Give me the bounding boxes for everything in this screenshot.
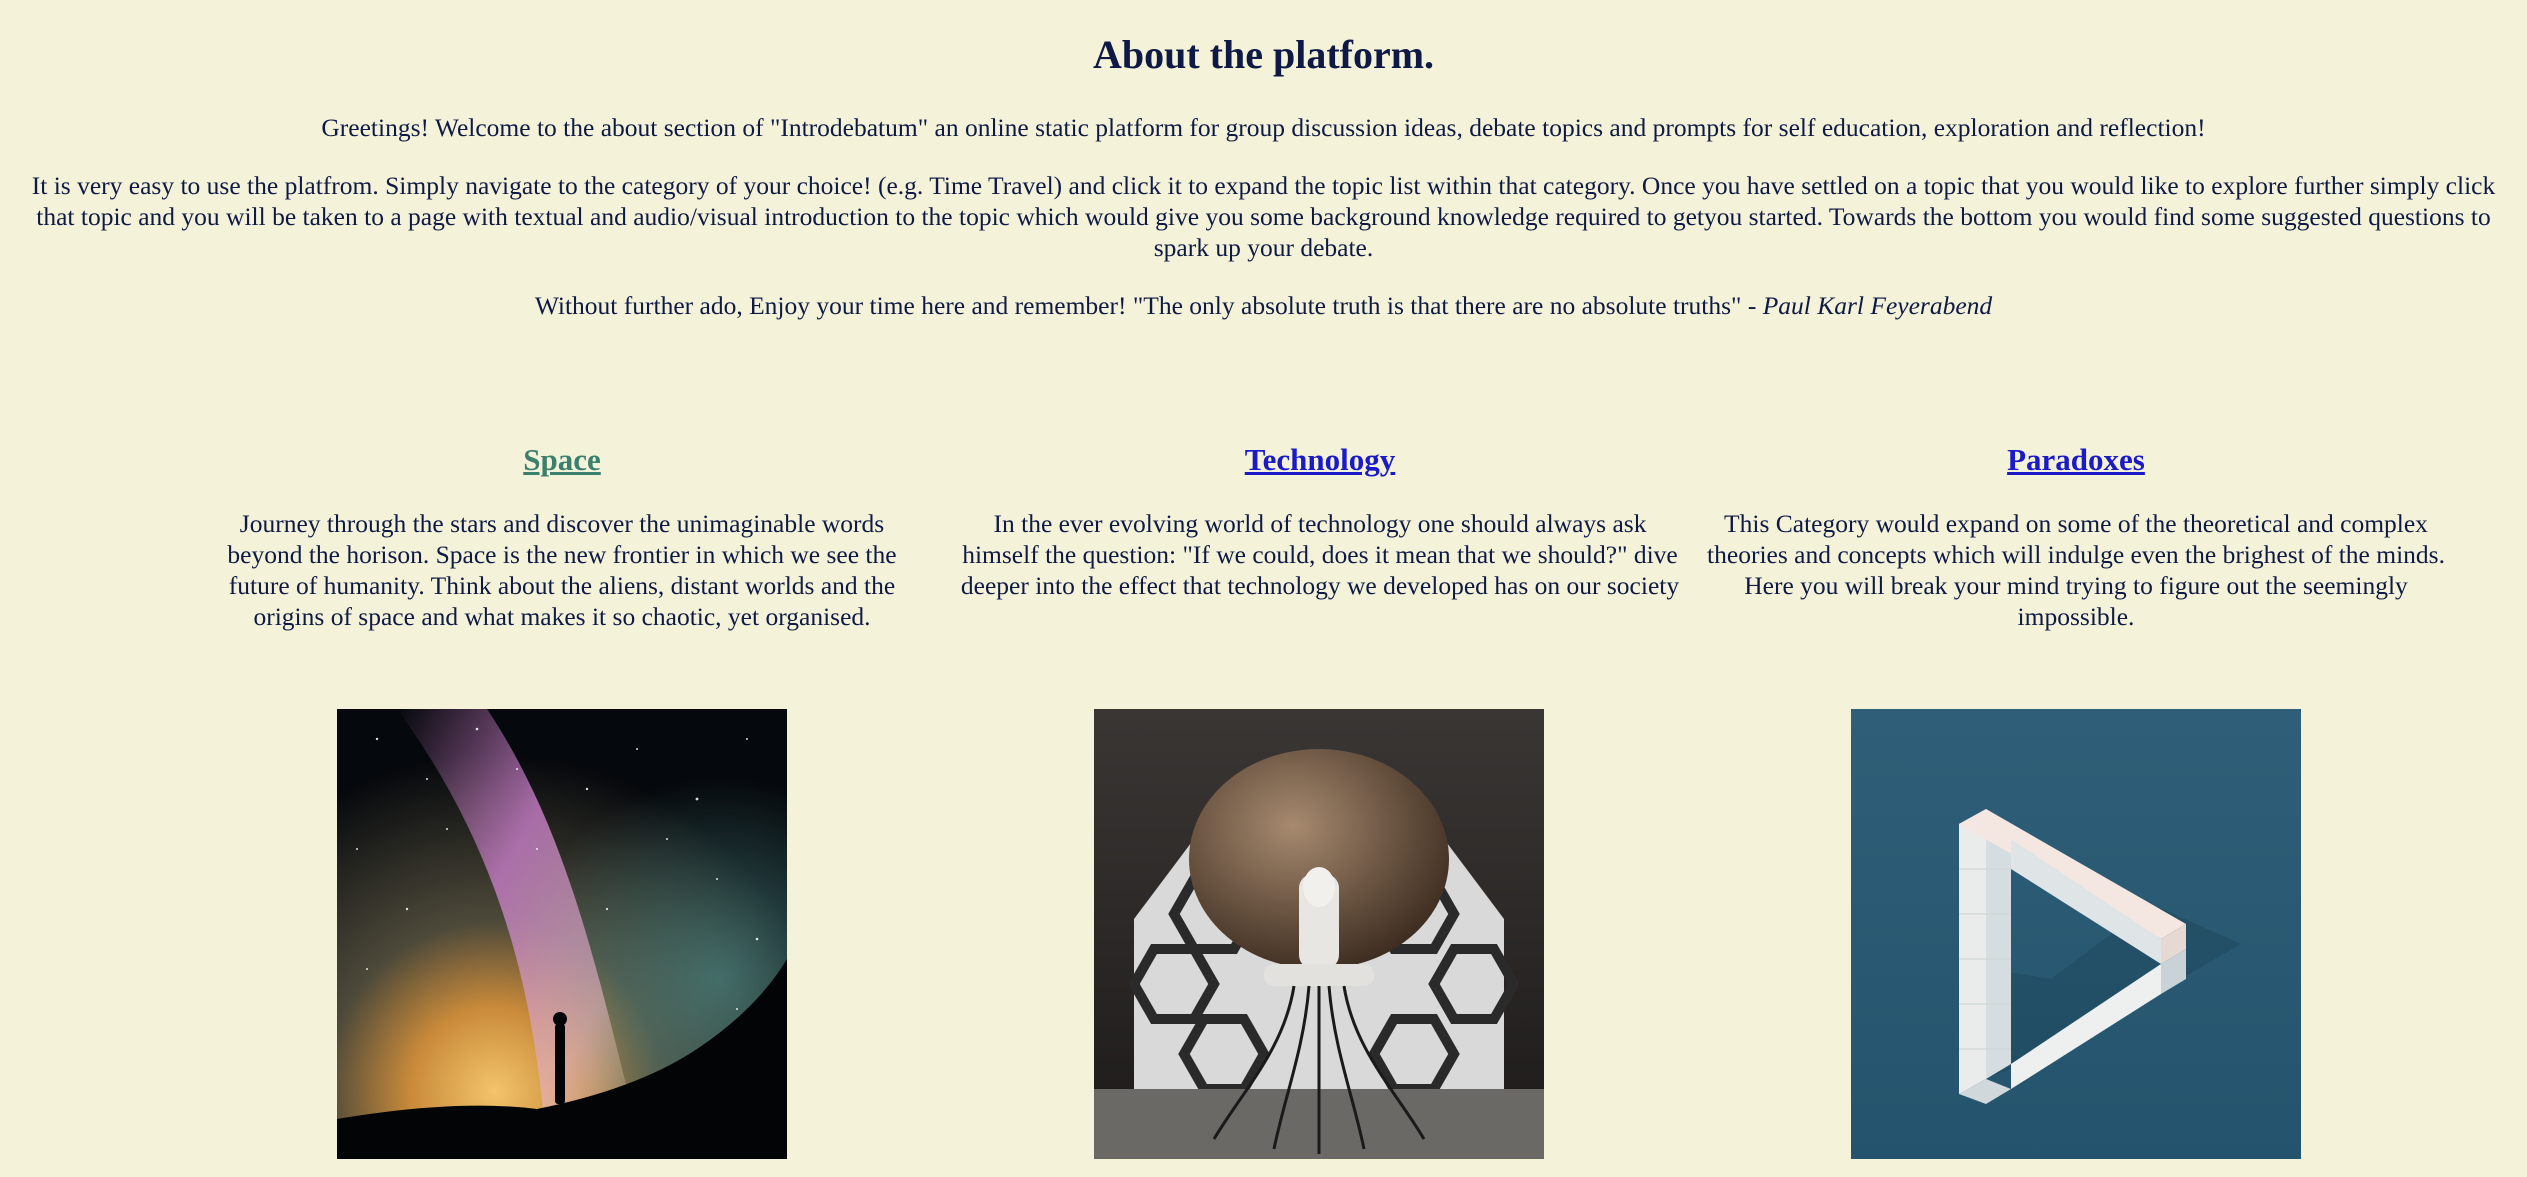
category-space-heading: Space <box>200 432 924 488</box>
category-technology-heading: Technology <box>955 432 1685 488</box>
about-section: About the platform. Greetings! Welcome t… <box>0 0 2527 321</box>
space-image[interactable] <box>337 709 787 1159</box>
category-space: Space Journey through the stars and disc… <box>200 432 924 1159</box>
category-technology-link[interactable]: Technology <box>1245 442 1395 477</box>
category-paradoxes: Paradoxes This Category would expand on … <box>1700 432 2452 1159</box>
category-paradoxes-link[interactable]: Paradoxes <box>2007 442 2145 477</box>
category-technology-description: In the ever evolving world of technology… <box>960 509 1680 600</box>
paradoxes-image[interactable] <box>1851 709 2301 1159</box>
page-title: About the platform. <box>1092 32 1435 77</box>
technology-image[interactable] <box>1094 709 1544 1159</box>
category-space-link[interactable]: Space <box>523 442 601 477</box>
closing-text: Without further ado, Enjoy your time her… <box>534 291 1763 320</box>
quote-author: Paul Karl Feyerabend <box>1762 291 1993 320</box>
category-space-description: Journey through the stars and discover t… <box>227 509 897 631</box>
instructions-paragraph: It is very easy to use the platfrom. Sim… <box>31 171 2496 262</box>
category-technology: Technology In the ever evolving world of… <box>955 432 1685 1159</box>
closing-paragraph: Without further ado, Enjoy your time her… <box>12 290 2515 321</box>
category-paradoxes-description: This Category would expand on some of th… <box>1707 509 2445 631</box>
greeting-paragraph: Greetings! Welcome to the about section … <box>321 113 2206 142</box>
category-paradoxes-heading: Paradoxes <box>1700 432 2452 488</box>
